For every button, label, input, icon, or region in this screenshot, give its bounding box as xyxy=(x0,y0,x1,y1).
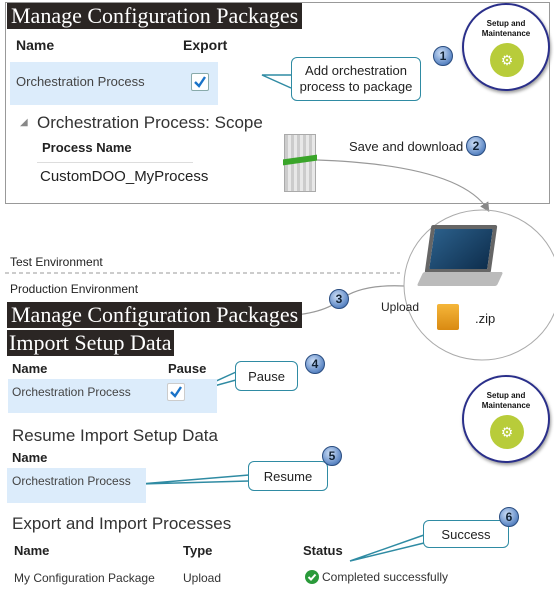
process-status: Completed successfully xyxy=(322,570,449,584)
divider xyxy=(37,162,193,163)
success-check-icon xyxy=(305,570,319,584)
step-6-badge: 6 xyxy=(499,507,519,527)
step-4-callout: Pause xyxy=(235,361,298,391)
step-4-badge: 4 xyxy=(305,354,325,374)
laptop-icon xyxy=(424,225,498,273)
import-panel-title: Manage Configuration Packages xyxy=(7,302,303,328)
step-5-badge: 5 xyxy=(322,446,342,466)
gears-icon: ⚙ xyxy=(490,415,524,449)
server-icon xyxy=(283,134,317,192)
col-export: Export xyxy=(183,37,228,53)
laptop-keyboard xyxy=(416,272,504,286)
col-name: Name xyxy=(16,37,55,53)
zip-label: .zip xyxy=(475,311,496,326)
processes-col-status: Status xyxy=(303,543,343,558)
check-icon xyxy=(194,76,206,88)
collapse-triangle-icon[interactable]: ◢ xyxy=(20,117,28,128)
resume-title: Resume Import Setup Data xyxy=(12,426,218,445)
gears-icon: ⚙ xyxy=(490,43,524,77)
export-panel-title: Manage Configuration Packages xyxy=(7,3,303,29)
scope-title: Orchestration Process: Scope xyxy=(37,113,263,132)
export-checkbox[interactable] xyxy=(191,73,209,91)
zip-file-icon xyxy=(437,304,459,330)
scope-process-value: CustomDOO_MyProcess xyxy=(40,168,209,185)
export-row-name: Orchestration Process xyxy=(16,74,145,89)
step-5-callout: Resume xyxy=(248,461,328,491)
production-environment-label: Production Environment xyxy=(10,282,139,296)
pause-checkbox[interactable] xyxy=(167,383,185,401)
setup-maintenance-icon: Setup and Maintenance ⚙ xyxy=(462,3,550,91)
resume-row-name: Orchestration Process xyxy=(12,474,131,488)
scope-col-process-name: Process Name xyxy=(42,140,132,155)
step-1-callout: Add orchestration process to package xyxy=(291,57,421,101)
import-row-name: Orchestration Process xyxy=(12,385,131,399)
step-2-badge: 2 xyxy=(466,136,486,156)
import-setup-data-title: Import Setup Data xyxy=(7,330,174,356)
step-3-badge: 3 xyxy=(329,289,349,309)
import-col-pause: Pause xyxy=(168,361,207,376)
process-name[interactable]: My Configuration Package xyxy=(14,571,155,585)
step-3-label: Upload xyxy=(381,300,420,314)
step-2-label: Save and download xyxy=(349,139,464,154)
processes-col-name: Name xyxy=(14,543,50,558)
processes-title: Export and Import Processes xyxy=(12,514,232,533)
import-col-name: Name xyxy=(12,361,48,376)
resume-col-name: Name xyxy=(12,450,48,465)
step-1-badge: 1 xyxy=(433,46,453,66)
step-6-callout: Success xyxy=(423,520,509,548)
test-environment-label: Test Environment xyxy=(10,255,103,269)
process-type: Upload xyxy=(183,571,222,585)
processes-col-type: Type xyxy=(183,543,213,558)
check-icon xyxy=(170,386,182,398)
setup-maintenance-icon-2: Setup and Maintenance ⚙ xyxy=(462,375,550,463)
